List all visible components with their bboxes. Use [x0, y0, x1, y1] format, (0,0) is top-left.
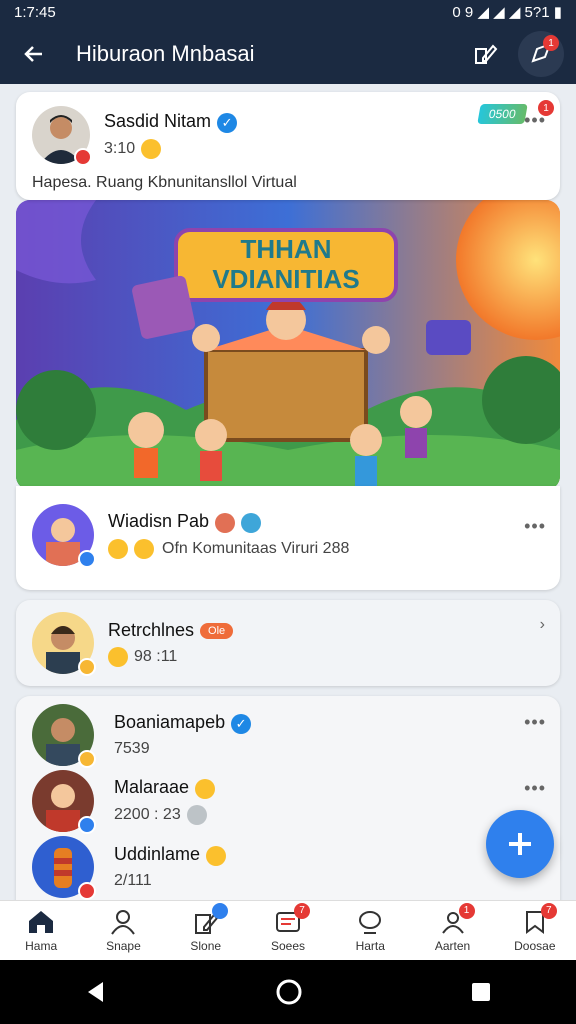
member-subtitle: 2/111: [114, 871, 152, 889]
nav-badge: [211, 902, 228, 919]
home-icon: [29, 910, 54, 933]
settings-emoji-icon: [186, 804, 207, 825]
laugh-emoji-icon: [206, 845, 227, 866]
bottom-nav: Hama Snape Slone 7 Soees Harta 1 Aarten …: [0, 900, 576, 960]
member-subtitle: 7539: [114, 739, 150, 757]
status-icons: 0 9 ◢ ◢ ◢ 5?1 ▮: [452, 4, 562, 21]
back-triangle-icon[interactable]: [83, 979, 109, 1005]
avatar[interactable]: [32, 612, 96, 676]
nav-item-bookmark[interactable]: 7 Doosae: [494, 901, 576, 960]
add-button[interactable]: [486, 810, 554, 878]
post-card[interactable]: Sasdid Nitam ✓ 3:10 Hapesa. Ruang Kbnunit…: [16, 92, 560, 200]
item-tag: Ole: [200, 622, 234, 639]
event-subtitle: Ofn Komunitaas Viruri 288: [162, 539, 350, 557]
nav-item-edit[interactable]: Slone: [165, 901, 247, 960]
post-badge: 1: [538, 100, 554, 116]
status-bar: 1:7:45 0 9 ◢ ◢ ◢ 5?1 ▮: [0, 0, 576, 24]
event-avatar[interactable]: [32, 504, 96, 568]
member-subtitle: 2200 : 23: [114, 805, 181, 823]
avatar[interactable]: [32, 836, 96, 900]
nav-badge: 1: [458, 902, 475, 919]
list-item[interactable]: Malaraae 2200 : 23 •••: [32, 768, 546, 834]
chevron-right-icon[interactable]: ›: [540, 616, 546, 634]
banner-title-line1: THHAN: [241, 234, 332, 264]
heart-emoji-icon: [215, 512, 236, 533]
status-indicator: [78, 658, 96, 676]
feed[interactable]: Sasdid Nitam ✓ 3:10 Hapesa. Ruang Kbnunit…: [0, 84, 576, 900]
edit-icon: [475, 44, 498, 64]
post-tag[interactable]: 0500: [477, 104, 528, 124]
member-list: Boaniamapeb ✓ 7539 ••• Malaraae 2200 : 23…: [16, 696, 560, 900]
laugh-emoji-icon: [108, 538, 128, 559]
nav-badge: 7: [540, 902, 557, 919]
banner-illustration: THHAN VDIANITIAS: [16, 200, 560, 490]
system-nav-bar: [0, 960, 576, 1024]
notification-badge: 1: [543, 35, 559, 51]
status-indicator: [78, 750, 96, 768]
avatar[interactable]: [32, 770, 96, 834]
member-name: Boaniamapeb: [114, 712, 226, 733]
member-name: Malaraae: [114, 777, 190, 798]
smile-emoji-icon: [195, 778, 216, 799]
nav-badge: 7: [293, 902, 310, 919]
nav-label: Hama: [25, 938, 58, 953]
nav-label: Aarten: [434, 938, 471, 953]
page-title: Hiburaon Mnbasai: [76, 41, 255, 66]
smile-emoji-icon: [141, 138, 162, 159]
grey-item-card[interactable]: Retrchlnes Ole 98 :11 ›: [16, 600, 560, 686]
status-indicator: [74, 148, 92, 166]
status-time: 1:7:45: [14, 3, 56, 21]
author-name: Sasdid Nitam: [104, 111, 212, 132]
item-subtitle: 98 :11: [134, 647, 178, 665]
profile-icon: [111, 909, 136, 935]
star-emoji-icon: [108, 646, 128, 667]
plus-icon: [509, 833, 531, 855]
chat-icon: [359, 910, 382, 934]
event-name: Wiadisn Pab: [108, 511, 210, 532]
list-item[interactable]: Boaniamapeb ✓ 7539 •••: [32, 702, 546, 768]
more-options-icon[interactable]: •••: [524, 712, 546, 733]
nav-label: Doosae: [514, 938, 556, 953]
nav-item-inbox[interactable]: 7 Soees: [247, 901, 329, 960]
more-options-icon[interactable]: •••: [524, 516, 546, 537]
avatar[interactable]: [32, 106, 92, 166]
nav-item-home[interactable]: Hama: [0, 901, 82, 960]
item-name: Retrchlnes: [108, 619, 195, 640]
compose-button[interactable]: [462, 31, 508, 77]
clap-emoji-icon: [134, 538, 154, 559]
notifications-button[interactable]: 1: [518, 31, 564, 77]
event-banner[interactable]: THHAN VDIANITIAS: [16, 200, 560, 490]
nav-item-people[interactable]: 1 Aarten: [411, 901, 493, 960]
status-indicator: [78, 550, 96, 568]
verified-icon: ✓: [231, 713, 252, 734]
nav-item-chat[interactable]: Harta: [329, 901, 411, 960]
app-bar: Hiburaon Mnbasai 1: [0, 24, 576, 84]
nav-label: Slone: [190, 938, 222, 953]
status-indicator: [78, 882, 96, 900]
list-item[interactable]: Uddinlame 2/111: [32, 834, 544, 900]
nav-label: Harta: [355, 938, 385, 953]
home-circle-icon[interactable]: [275, 978, 303, 1006]
member-name: Uddinlame: [114, 844, 201, 865]
status-indicator: [78, 816, 96, 834]
post-description: Hapesa. Ruang Kbnunitansllol Virtual: [32, 174, 297, 191]
nav-label: Soees: [270, 938, 305, 953]
globe-emoji-icon: [241, 512, 262, 533]
recents-square-icon[interactable]: [469, 980, 493, 1004]
arrow-left-icon: [24, 46, 42, 62]
banner-title-line2: VDIANITIAS: [212, 264, 359, 294]
more-options-icon[interactable]: •••: [524, 778, 546, 799]
verified-icon: ✓: [217, 112, 238, 133]
event-card[interactable]: Wiadisn Pab Ofn Komunitaas Viruri 288 ••…: [16, 486, 560, 590]
nav-label: Snape: [106, 938, 141, 953]
back-button[interactable]: [12, 32, 56, 76]
post-time: 3:10: [104, 139, 136, 157]
nav-item-profile[interactable]: Snape: [82, 901, 164, 960]
avatar[interactable]: [32, 704, 96, 768]
